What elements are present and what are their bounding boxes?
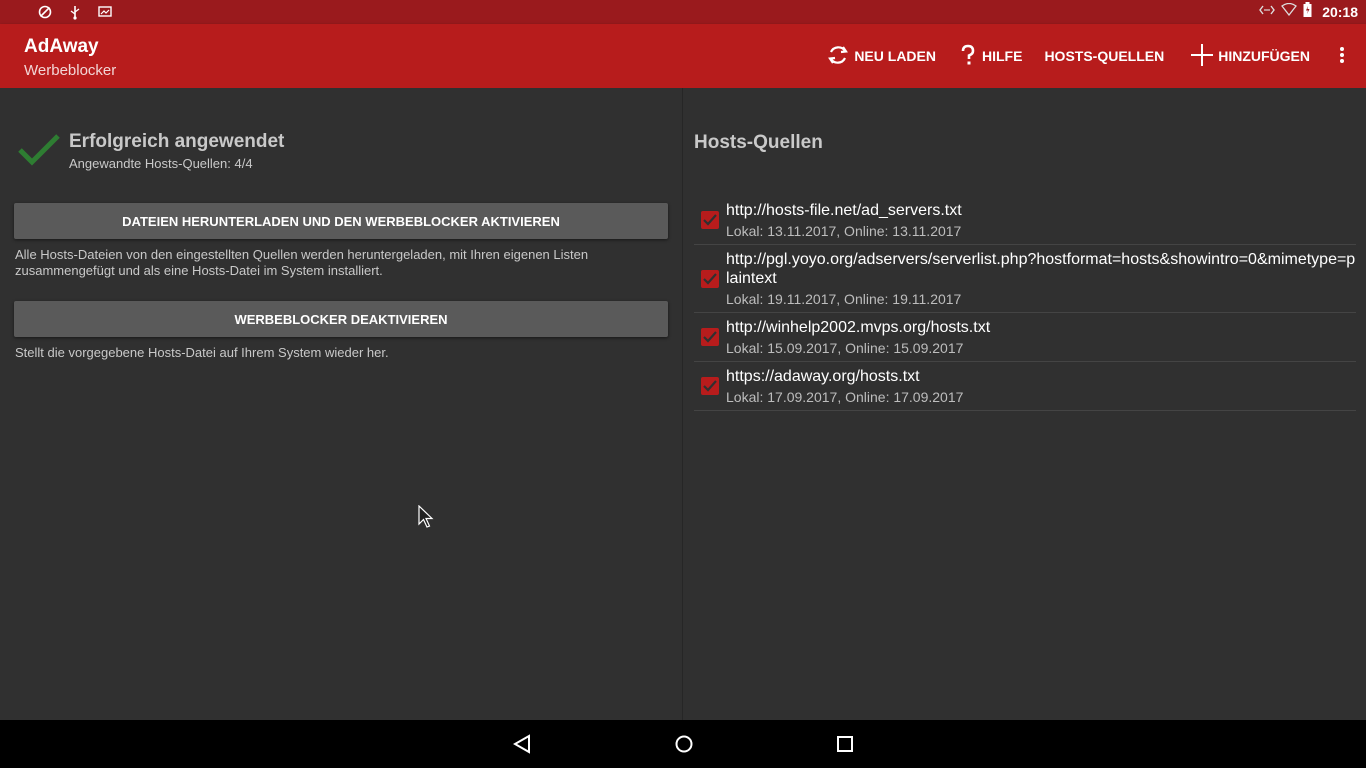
back-icon[interactable]	[510, 732, 534, 756]
checkbox[interactable]	[701, 211, 719, 229]
hosts-sources-label: HOSTS-QUELLEN	[1044, 48, 1165, 64]
recents-icon[interactable]	[833, 732, 857, 756]
enable-description: Alle Hosts-Dateien von den eingestellten…	[15, 247, 589, 278]
refresh-icon	[826, 43, 854, 70]
list-item[interactable]: http://pgl.yoyo.org/adservers/serverlist…	[694, 245, 1356, 313]
disable-adblocker-button[interactable]: WERBEBLOCKER DEAKTIVIEREN	[14, 301, 668, 337]
cast-icon	[96, 3, 114, 21]
host-url: http://winhelp2002.mvps.org/hosts.txt	[726, 319, 991, 336]
home-icon[interactable]	[672, 732, 696, 756]
app-bar-actions: NEU LADEN HILFE HOSTS-QUELLEN HINZUFÜGEN	[818, 24, 1366, 88]
reload-label: NEU LADEN	[854, 48, 936, 64]
mouse-cursor-icon	[418, 504, 434, 534]
host-dates: Lokal: 17.09.2017, Online: 17.09.2017	[726, 389, 964, 405]
app-bar: AdAway Werbeblocker NEU LADEN HILFE HOST…	[0, 24, 1366, 88]
add-label: HINZUFÜGEN	[1218, 48, 1310, 64]
overflow-menu-button[interactable]	[1322, 24, 1366, 88]
clock: 20:18	[1322, 4, 1358, 20]
status-bar: 20:18	[0, 0, 1366, 24]
wifi-icon	[1281, 2, 1298, 21]
status-pane: Erfolgreich angewendet Angewandte Hosts-…	[0, 88, 682, 720]
help-button[interactable]: HILFE	[950, 24, 1036, 88]
check-icon	[703, 214, 717, 226]
navigation-bar	[0, 720, 1366, 768]
status-bar-right-icons: 20:18	[1259, 2, 1358, 22]
screen-rotation-icon	[36, 3, 54, 21]
host-dates: Lokal: 15.09.2017, Online: 15.09.2017	[726, 340, 964, 356]
hosts-sources-button[interactable]: HOSTS-QUELLEN	[1036, 24, 1182, 88]
status-bar-left-icons	[36, 3, 114, 21]
status-subtitle: Angewandte Hosts-Quellen: 4/4	[69, 156, 253, 171]
download-enable-button[interactable]: DATEIEN HERUNTERLADEN UND DEN WERBEBLOCK…	[14, 203, 668, 239]
usb-icon	[66, 3, 84, 21]
host-url: http://pgl.yoyo.org/adservers/serverlist…	[726, 251, 1356, 287]
checkmark-icon	[18, 132, 60, 173]
list-item[interactable]: http://winhelp2002.mvps.org/hosts.txt Lo…	[694, 313, 1356, 362]
host-dates: Lokal: 19.11.2017, Online: 19.11.2017	[726, 291, 962, 307]
check-icon	[703, 331, 717, 343]
data-transfer-icon	[1259, 3, 1276, 21]
list-item[interactable]: http://hosts-file.net/ad_servers.txt Lok…	[694, 196, 1356, 245]
hosts-sources-title: Hosts-Quellen	[694, 132, 823, 153]
check-icon	[703, 380, 717, 392]
plus-icon	[1190, 43, 1218, 70]
check-icon	[703, 272, 717, 285]
add-button[interactable]: HINZUFÜGEN	[1182, 24, 1322, 88]
hosts-sources-list: http://hosts-file.net/ad_servers.txt Lok…	[694, 196, 1356, 411]
list-item[interactable]: https://adaway.org/hosts.txt Lokal: 17.0…	[694, 362, 1356, 411]
host-url: https://adaway.org/hosts.txt	[726, 368, 920, 385]
status-title: Erfolgreich angewendet	[69, 131, 285, 152]
disable-description: Stellt die vorgegebene Hosts-Datei auf I…	[15, 345, 389, 360]
checkbox[interactable]	[701, 328, 719, 346]
checkbox[interactable]	[701, 377, 719, 395]
hosts-sources-pane: Hosts-Quellen http://hosts-file.net/ad_s…	[683, 88, 1366, 720]
help-label: HILFE	[981, 48, 1023, 64]
battery-icon	[1303, 2, 1312, 22]
reload-button[interactable]: NEU LADEN	[818, 24, 950, 88]
host-dates: Lokal: 13.11.2017, Online: 13.11.2017	[726, 223, 962, 239]
checkbox[interactable]	[701, 269, 719, 288]
app-subtitle: Werbeblocker	[24, 62, 117, 79]
host-url: http://hosts-file.net/ad_servers.txt	[726, 202, 962, 219]
app-title: AdAway	[24, 36, 99, 57]
help-icon	[958, 43, 982, 70]
more-vert-icon	[1339, 46, 1349, 67]
